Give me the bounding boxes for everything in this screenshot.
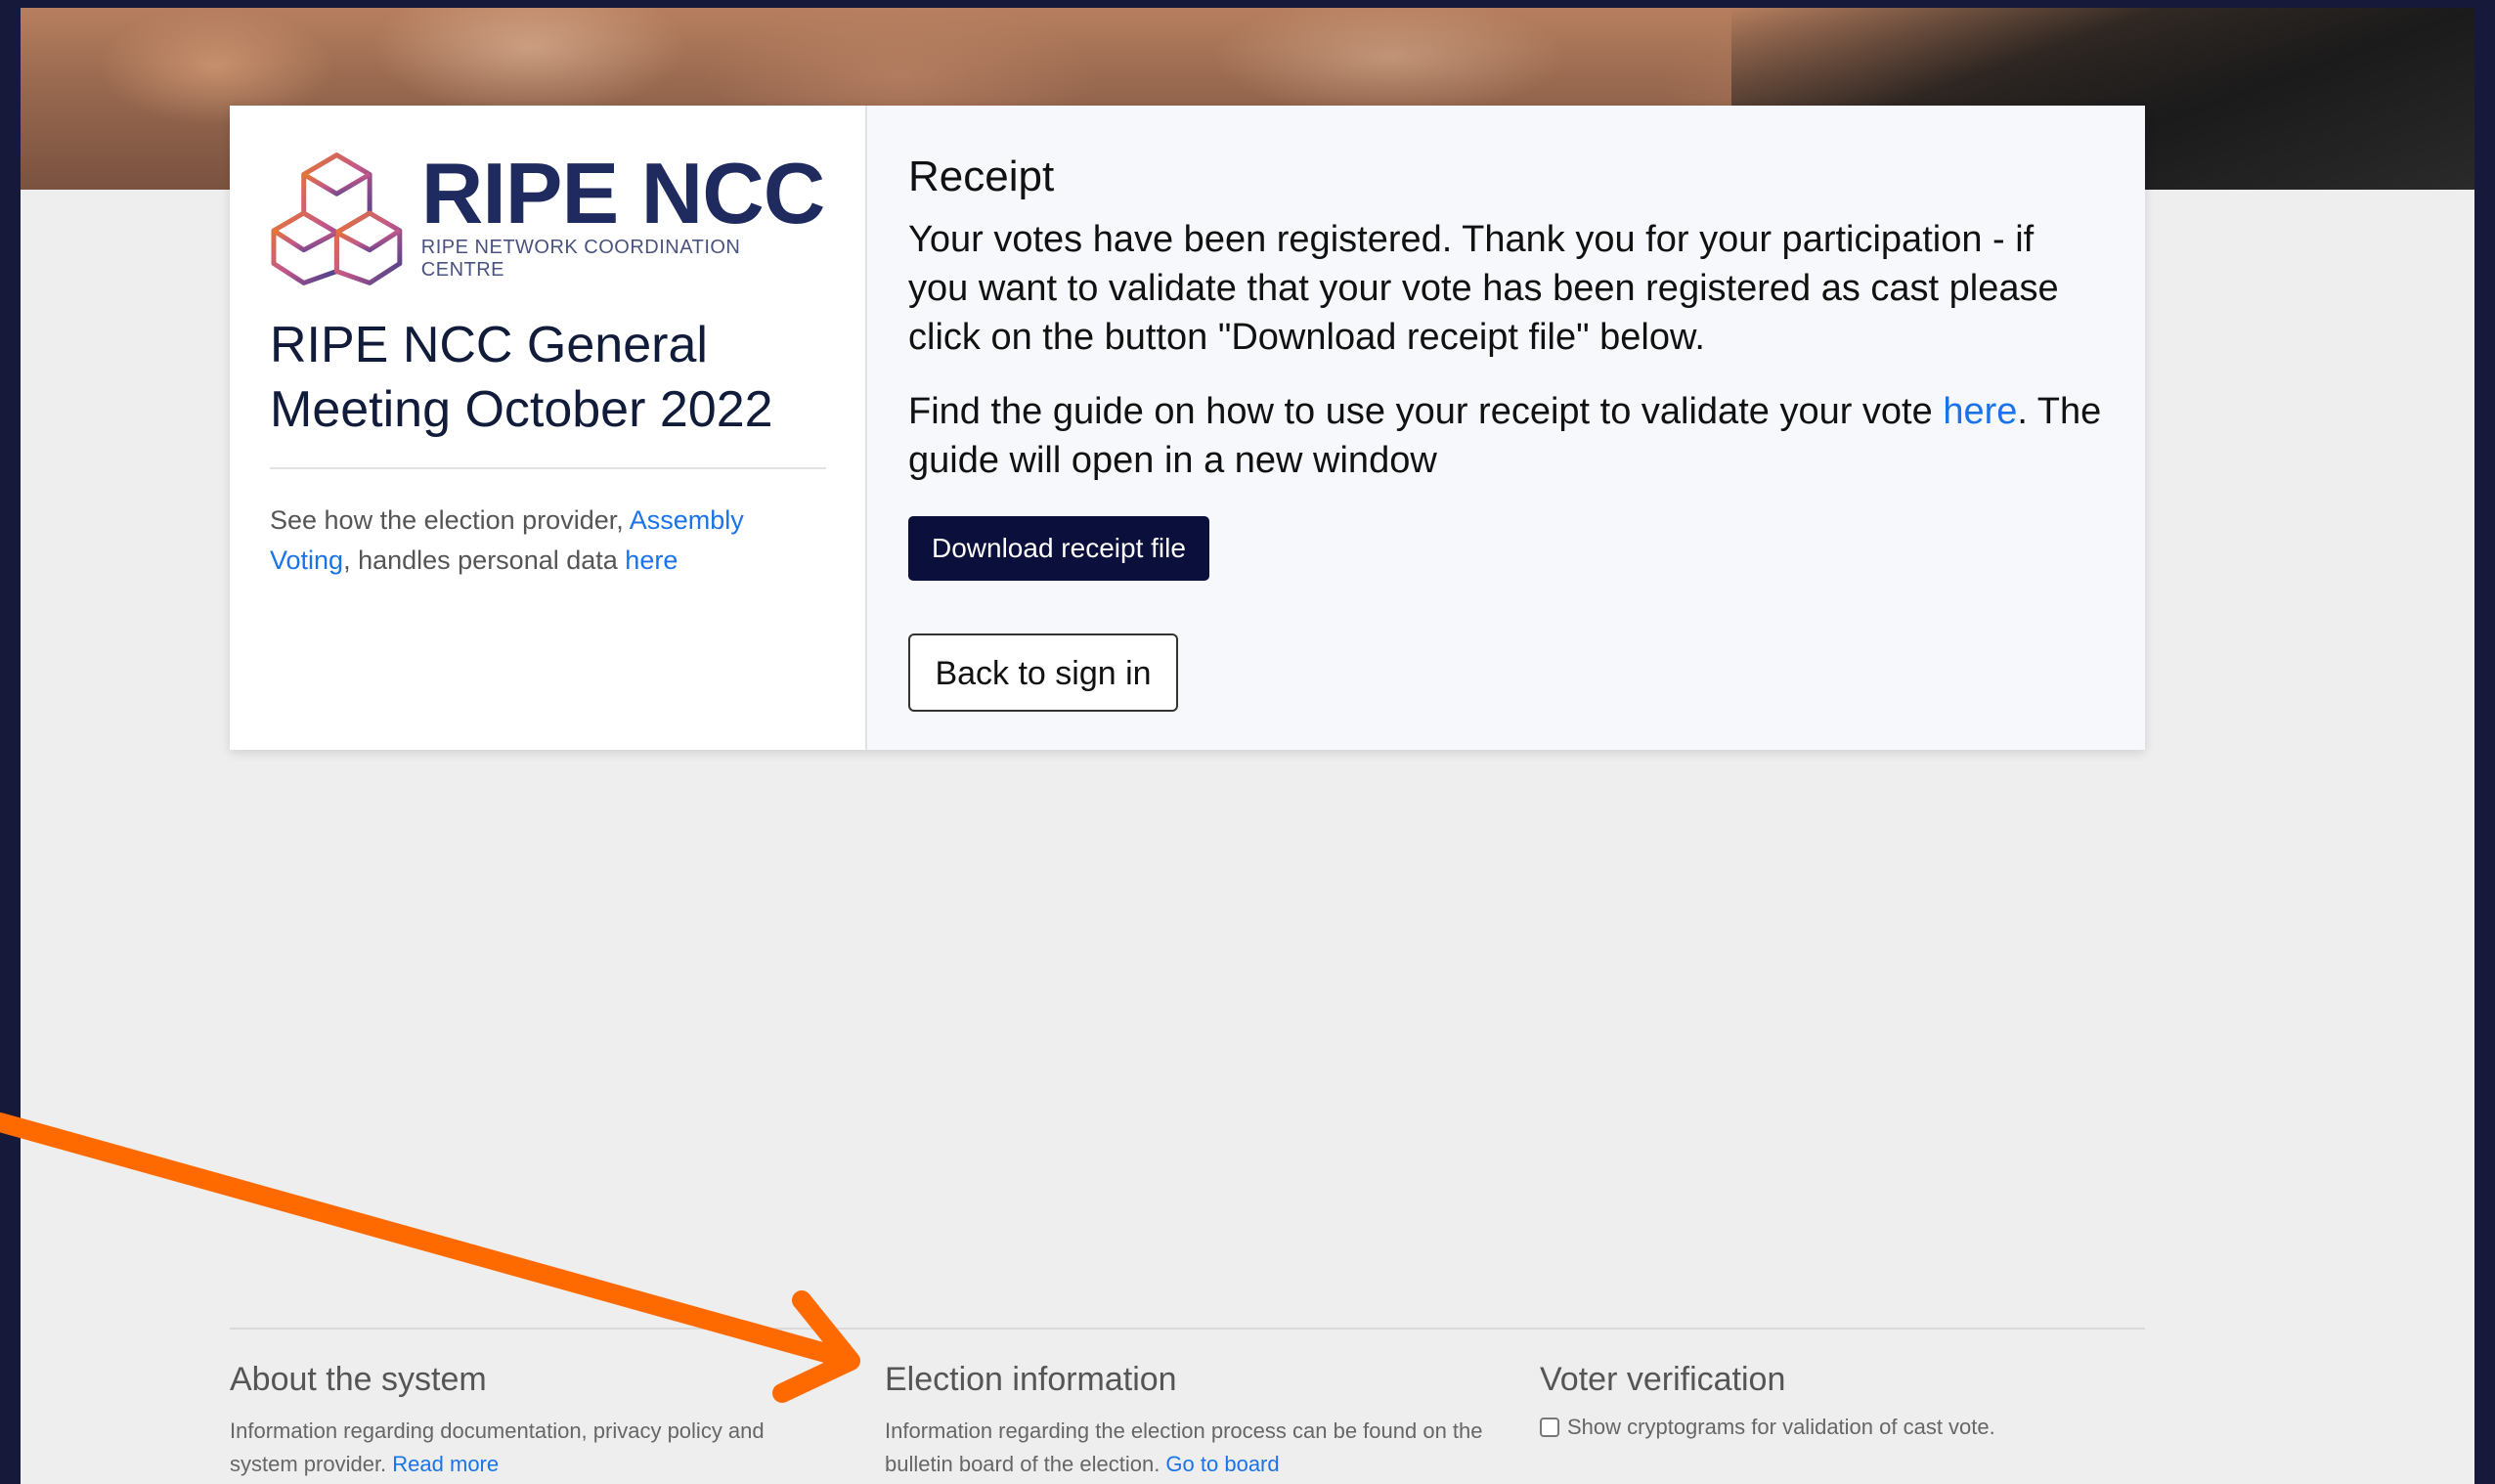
footer-election: Election information Information regardi… (885, 1361, 1501, 1481)
footer-about-text: Information regarding documentation, pri… (230, 1415, 836, 1481)
privacy-here-link[interactable]: here (625, 546, 678, 575)
footer-divider (230, 1328, 2145, 1330)
guide-prefix: Find the guide on how to use your receip… (908, 391, 1944, 432)
footer-verification-title: Voter verification (1540, 1361, 1786, 1398)
divider (270, 467, 826, 469)
receipt-panel: Receipt Your votes have been registered.… (867, 106, 2145, 750)
read-more-link[interactable]: Read more (392, 1452, 499, 1476)
guide-here-link[interactable]: here (1943, 391, 2017, 432)
show-cryptograms-checkbox[interactable] (1540, 1418, 1559, 1437)
event-panel: RIPE NCC RIPE NETWORK COORDINATION CENTR… (230, 106, 867, 750)
privacy-prefix: See how the election provider, (270, 505, 630, 535)
show-cryptograms-label: Show cryptograms for validation of cast … (1567, 1415, 1995, 1439)
cube-logo-icon (271, 153, 403, 285)
privacy-middle: , handles personal data (343, 546, 626, 575)
footer-about-title: About the system (230, 1361, 487, 1398)
show-cryptograms-option[interactable]: Show cryptograms for validation of cast … (1540, 1415, 2146, 1440)
go-to-board-link[interactable]: Go to board (1165, 1452, 1279, 1476)
receipt-title: Receipt (908, 153, 1055, 200)
download-receipt-button[interactable]: Download receipt file (908, 516, 1209, 581)
privacy-note: See how the election provider, Assembly … (270, 501, 826, 581)
logo-tagline: RIPE NETWORK COORDINATION CENTRE (420, 237, 741, 281)
footer-verification: Voter verification Show cryptograms for … (1540, 1361, 2146, 1440)
event-title: RIPE NCC General Meeting October 2022 (270, 317, 773, 438)
footer-about: About the system Information regarding d… (230, 1361, 836, 1481)
logo-wordmark: RIPE NCC (420, 145, 826, 241)
footer-election-title: Election information (885, 1361, 1177, 1398)
ripe-ncc-logo: RIPE NCC RIPE NETWORK COORDINATION CENTR… (270, 149, 826, 285)
guide-message: Find the guide on how to use your receip… (908, 387, 2104, 485)
receipt-message: Your votes have been registered. Thank y… (908, 219, 2059, 358)
receipt-card: RIPE NCC RIPE NETWORK COORDINATION CENTR… (230, 106, 2145, 750)
back-to-sign-in-button[interactable]: Back to sign in (908, 633, 1178, 712)
footer-election-text: Information regarding the election proce… (885, 1415, 1501, 1481)
page-frame: RIPE NCC RIPE NETWORK COORDINATION CENTR… (21, 8, 2474, 1484)
